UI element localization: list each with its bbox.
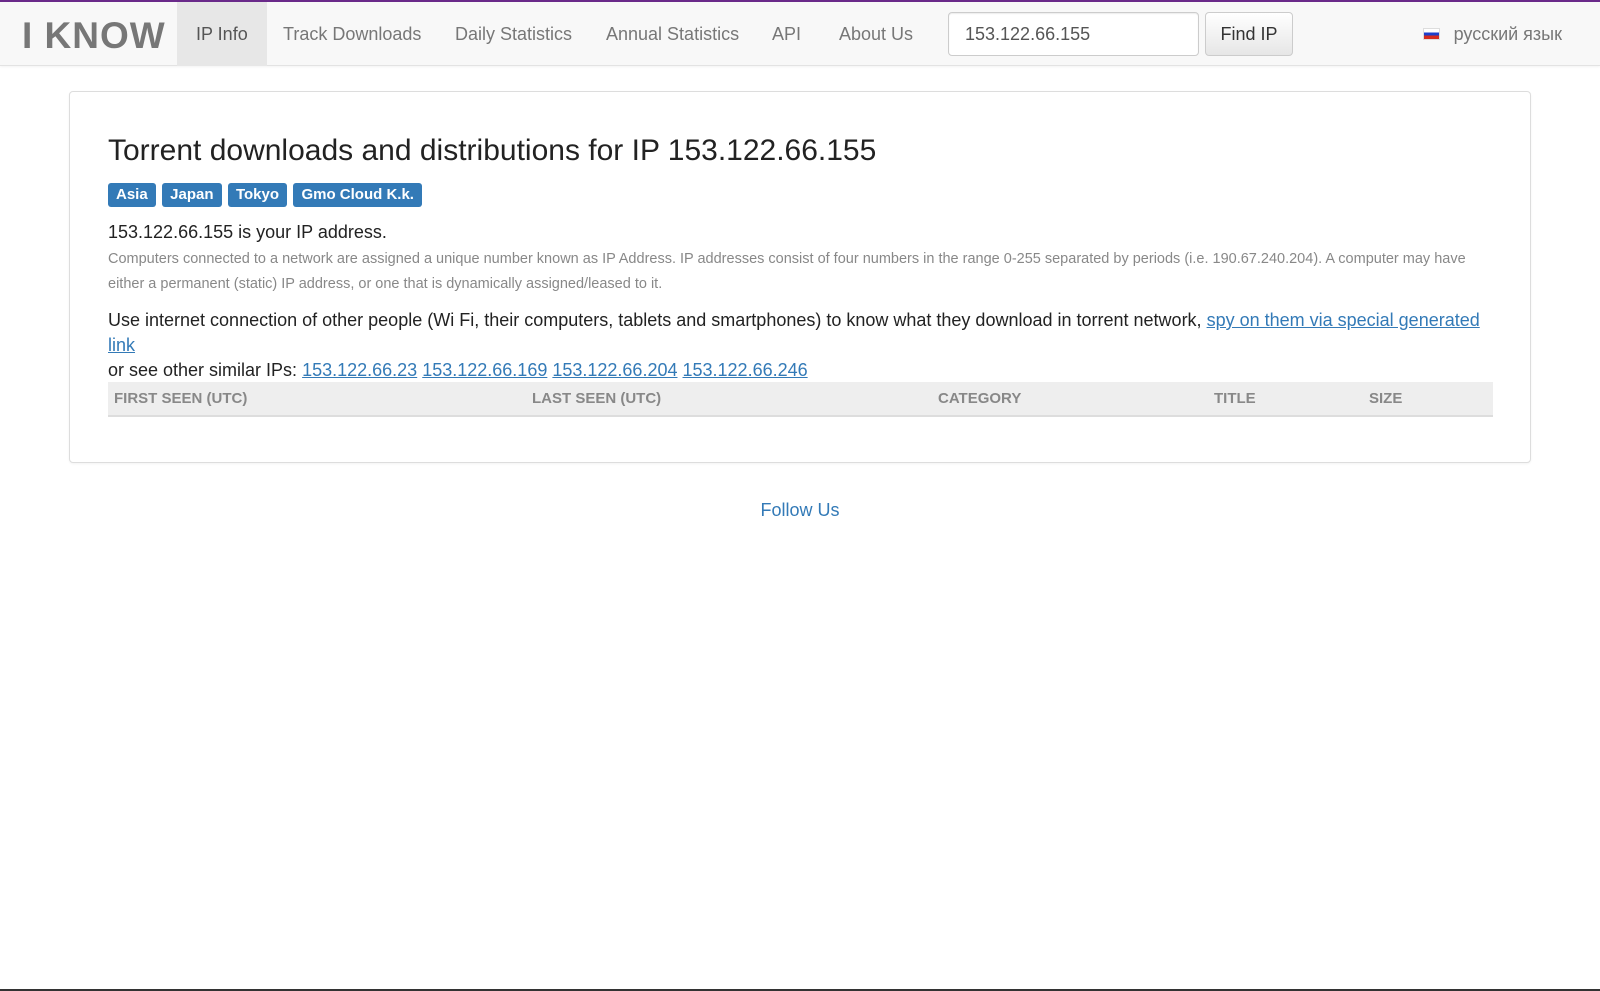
- badge-country: Japan: [162, 183, 222, 207]
- location-badges: Asia Japan Tokyo Gmo Cloud K.k.: [108, 183, 424, 207]
- similar-ip-link[interactable]: 153.122.66.23: [302, 360, 417, 380]
- navbar: I KNOW IP Info Track Downloads Daily Sta…: [0, 2, 1600, 66]
- russia-flag-icon: [1422, 27, 1440, 40]
- badge-continent: Asia: [108, 183, 156, 207]
- nav-item-annual-statistics[interactable]: Annual Statistics: [587, 2, 758, 66]
- similar-ips-label: or see other similar IPs:: [108, 360, 298, 380]
- nav-item-track-downloads[interactable]: Track Downloads: [264, 2, 440, 66]
- usage-paragraph: Use internet connection of other people …: [108, 308, 1508, 383]
- downloads-table-header: FIRST SEEN (UTC) LAST SEEN (UTC) CATEGOR…: [108, 382, 1493, 417]
- ip-info-panel: Torrent downloads and distributions for …: [69, 91, 1531, 463]
- nav-item-api[interactable]: API: [753, 2, 820, 66]
- column-size: SIZE: [1369, 390, 1403, 407]
- column-title: TITLE: [1214, 390, 1256, 407]
- similar-ip-link[interactable]: 153.122.66.246: [683, 360, 808, 380]
- brand-logo[interactable]: I KNOW: [22, 16, 166, 56]
- column-first-seen: FIRST SEEN (UTC): [114, 390, 248, 407]
- similar-ip-link[interactable]: 153.122.66.169: [422, 360, 547, 380]
- column-last-seen: LAST SEEN (UTC): [532, 390, 662, 407]
- column-category: CATEGORY: [938, 390, 1022, 407]
- your-ip-text: 153.122.66.155 is your IP address.: [108, 222, 387, 242]
- nav-item-ip-info[interactable]: IP Info: [177, 2, 267, 66]
- usage-text: Use internet connection of other people …: [108, 310, 1202, 330]
- language-switch[interactable]: русский язык: [1422, 2, 1562, 66]
- language-label: русский язык: [1453, 24, 1562, 44]
- nav-item-about-us[interactable]: About Us: [820, 2, 932, 66]
- badge-provider: Gmo Cloud K.k.: [293, 183, 422, 207]
- find-ip-button[interactable]: Find IP: [1205, 12, 1293, 56]
- follow-us-link[interactable]: Follow Us: [0, 500, 1600, 521]
- page-title: Torrent downloads and distributions for …: [108, 134, 877, 167]
- similar-ip-link[interactable]: 153.122.66.204: [552, 360, 677, 380]
- ip-search-input[interactable]: [948, 12, 1199, 56]
- badge-city: Tokyo: [227, 183, 288, 207]
- ip-description: Computers connected to a network are ass…: [108, 251, 1466, 292]
- nav-item-daily-statistics[interactable]: Daily Statistics: [436, 2, 591, 66]
